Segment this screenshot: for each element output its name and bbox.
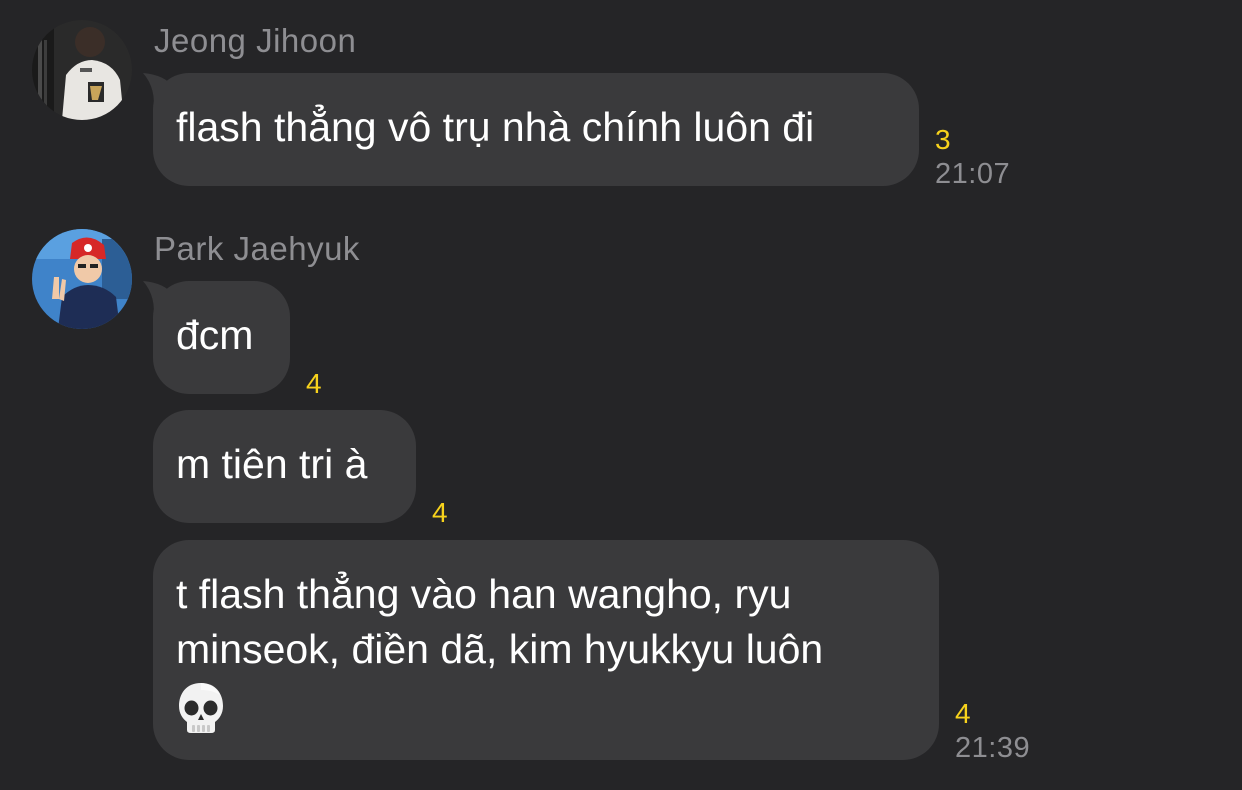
unread-count: 4	[306, 368, 322, 399]
message-bubble[interactable]: flash thẳng vô trụ nhà chính luôn đi	[143, 73, 919, 186]
message-bubble[interactable]: m tiên tri à	[153, 410, 416, 523]
message-text: đcm	[176, 312, 254, 358]
message-bubble[interactable]: t flash thẳng vào han wangho, ryu minseo…	[153, 540, 939, 760]
avatar-park-jaehyuk[interactable]	[32, 229, 132, 329]
sender-name: Jeong Jihoon	[154, 22, 357, 59]
message-timestamp: 21:39	[955, 732, 1031, 764]
avatar-image	[32, 229, 132, 329]
chat-view: Jeong Jihoon flash thẳng vô trụ nhà chín…	[0, 0, 1242, 790]
unread-count: 4	[432, 497, 448, 528]
unread-count: 3	[935, 124, 951, 155]
sender-name: Park Jaehyuk	[154, 230, 360, 267]
message-text-line: minseok, điền dã, kim hyukkyu luôn	[176, 626, 824, 672]
skull-emoji-icon	[179, 683, 223, 733]
message-text-line: t flash thẳng vào han wangho, ryu	[176, 571, 792, 617]
message-bubble[interactable]: đcm	[143, 281, 290, 394]
avatar-jeong-jihoon[interactable]	[32, 20, 132, 120]
message-timestamp: 21:07	[935, 158, 1011, 190]
unread-count: 4	[955, 698, 971, 729]
message-text: flash thẳng vô trụ nhà chính luôn đi	[176, 104, 815, 150]
avatar-image	[32, 20, 132, 120]
message-text: m tiên tri à	[176, 441, 368, 487]
